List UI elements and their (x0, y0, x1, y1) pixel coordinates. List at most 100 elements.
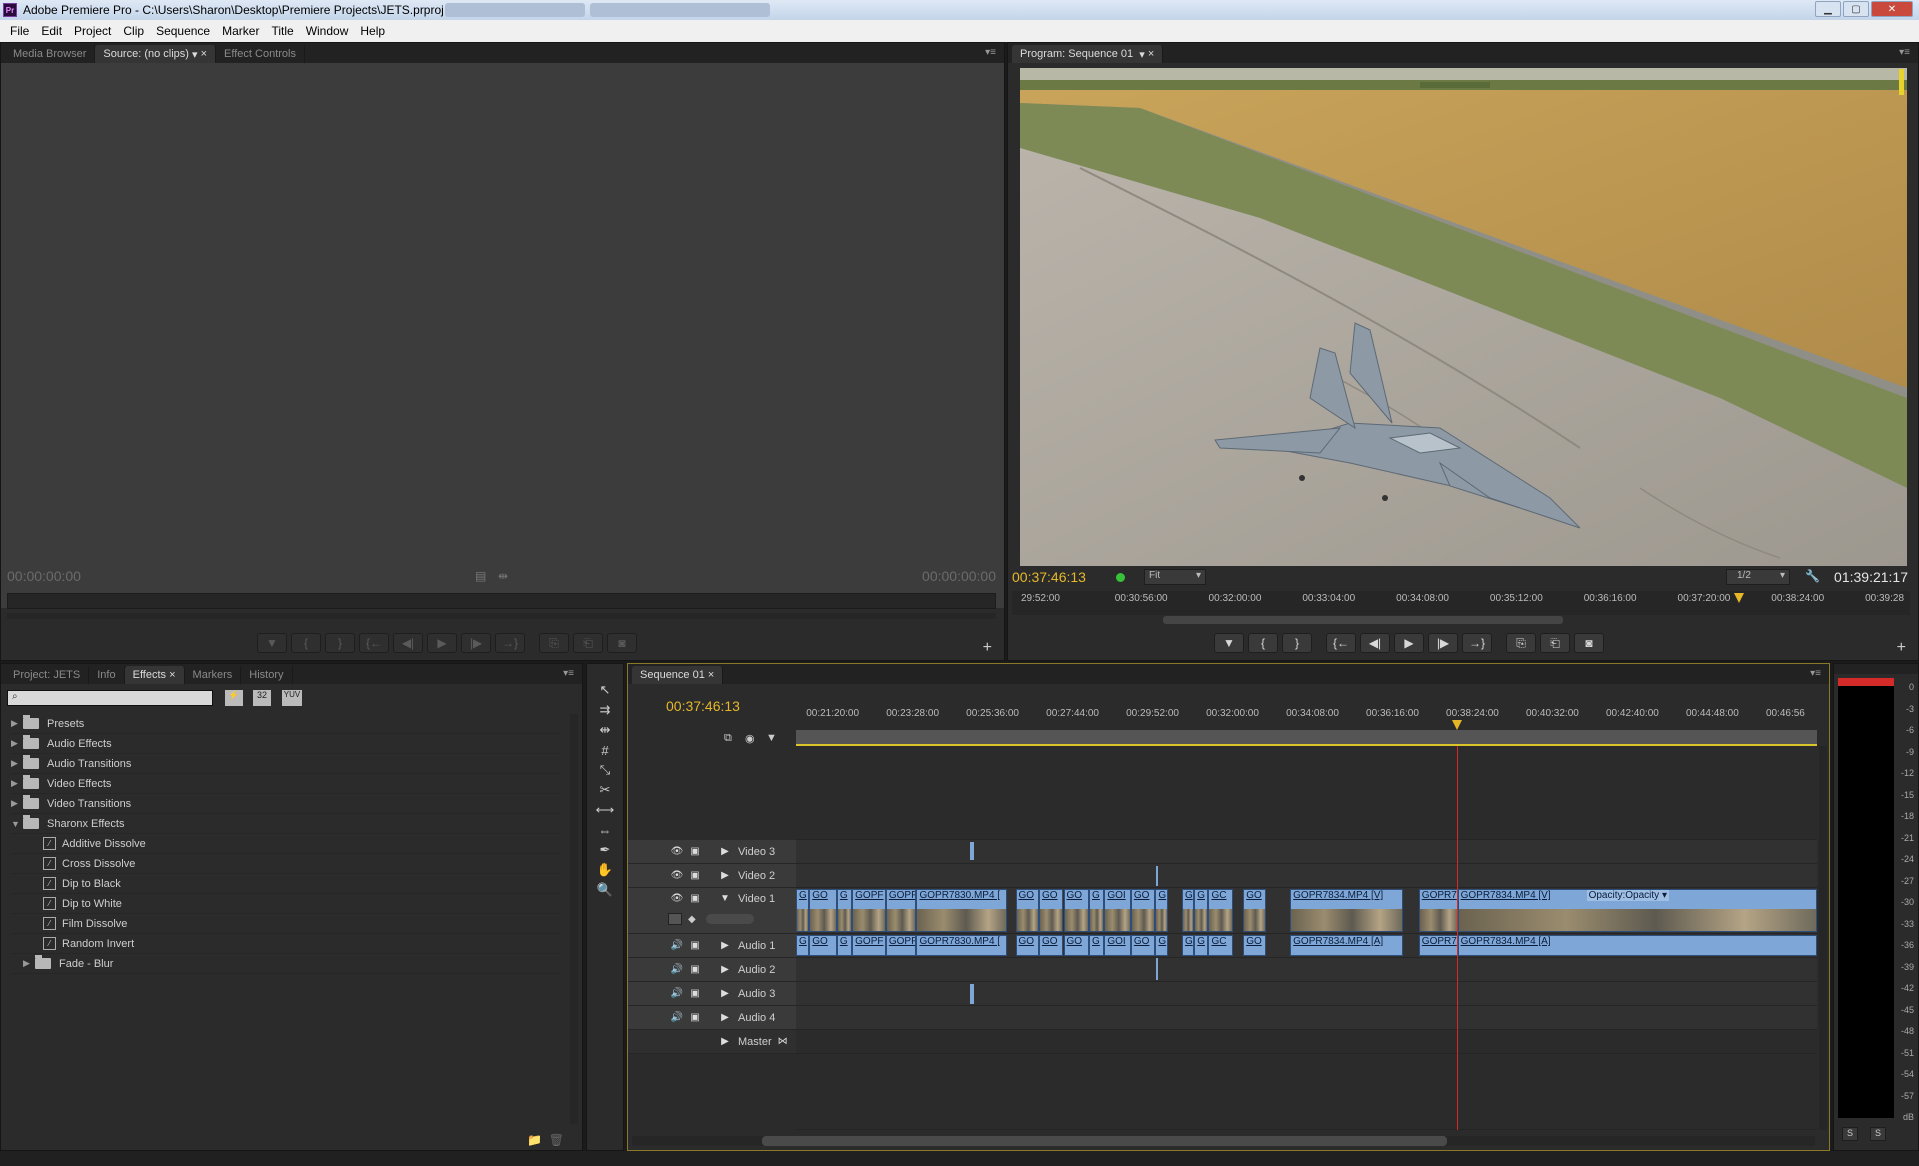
expand-triangle-icon[interactable]: ▶ (23, 958, 35, 969)
drag-video-icon[interactable]: ▤ (475, 569, 486, 583)
effects-item[interactable]: ⁄ Cross Dissolve (11, 854, 561, 874)
speaker-icon[interactable]: 🔊 (670, 988, 684, 1000)
effects-item[interactable]: ⁄ Film Dissolve (11, 914, 561, 934)
play-button[interactable]: ▶ (1394, 633, 1424, 653)
effects-folder[interactable]: ▶ Audio Transitions (11, 754, 561, 774)
effects-folder[interactable]: ▶ Video Effects (11, 774, 561, 794)
audio-clip[interactable]: GO (1038, 935, 1064, 956)
zoom-tool-icon[interactable]: 🔍 (594, 880, 616, 900)
timeline-current-timecode[interactable]: 00:37:46:13 (666, 698, 740, 714)
lock-icon[interactable]: ▣ (688, 988, 702, 1000)
add-marker-icon[interactable]: ▼ (766, 732, 777, 744)
effects-item[interactable]: ⁄ Dip to Black (11, 874, 561, 894)
trash-icon[interactable]: 🗑 (549, 1133, 564, 1147)
effects-folder[interactable]: ▶ Audio Effects (11, 734, 561, 754)
close-tab-icon[interactable]: × (201, 48, 207, 60)
clip-sliver[interactable] (1156, 866, 1158, 886)
mark-in-button[interactable]: { (1248, 633, 1278, 653)
audio-clip[interactable]: GO (1063, 935, 1090, 956)
source-timecode-in[interactable]: 00:00:00:00 (7, 568, 81, 584)
video-clip[interactable]: G (1194, 889, 1209, 932)
display-style-icon[interactable] (668, 913, 682, 925)
video-clip[interactable]: GO (1243, 889, 1266, 932)
video-clip[interactable]: GO (1038, 889, 1064, 932)
tab-sequence[interactable]: Sequence 01 × (632, 666, 724, 684)
play-button[interactable]: ▶ (427, 633, 457, 653)
go-to-out-button[interactable]: →} (495, 633, 525, 653)
panel-menu-icon[interactable]: ▾≡ (1810, 668, 1821, 679)
speaker-icon[interactable]: 🔊 (670, 940, 684, 952)
add-button-icon[interactable]: + (983, 639, 992, 657)
panel-menu-icon[interactable]: ▾≡ (563, 668, 574, 679)
step-forward-button[interactable]: |▶ (461, 633, 491, 653)
video-clip[interactable]: GOI (1104, 889, 1131, 932)
overwrite-button[interactable]: ⎗ (573, 633, 603, 653)
add-marker-button[interactable]: ▼ (1214, 633, 1244, 653)
clip-sliver[interactable] (1156, 958, 1158, 980)
video-clip[interactable]: G (836, 889, 853, 932)
effects-folder[interactable]: ▶ Fade - Blur (11, 954, 561, 974)
tab-effects[interactable]: Effects × (124, 666, 185, 684)
tab-markers[interactable]: Markers (185, 666, 242, 684)
step-forward-button[interactable]: |▶ (1428, 633, 1458, 653)
tab-effect-controls[interactable]: Effect Controls (216, 45, 305, 63)
yuv-effects-icon[interactable]: YUV (282, 690, 302, 706)
expand-triangle-icon[interactable]: ▶ (11, 718, 23, 729)
lock-icon[interactable]: ▣ (688, 940, 702, 952)
menu-sequence[interactable]: Sequence (150, 24, 216, 38)
audio-clip[interactable]: GO (1130, 935, 1156, 956)
effects-item[interactable]: ⁄ Additive Dissolve (11, 834, 561, 854)
program-time-ruler[interactable]: 29:52:00 00:30:56:00 00:32:00:00 00:33:04:0… (1012, 591, 1910, 615)
speaker-icon[interactable]: 🔊 (670, 964, 684, 976)
video-clip[interactable]: G (1181, 889, 1195, 932)
effects-folder[interactable]: ▶ Presets (11, 714, 561, 734)
add-button-icon[interactable]: + (1897, 639, 1906, 657)
track-lane-video2[interactable] (796, 864, 1817, 888)
close-tab-icon[interactable]: × (708, 669, 714, 681)
lock-icon[interactable]: ▣ (688, 870, 702, 882)
expand-triangle-icon[interactable]: ▶ (718, 846, 732, 858)
expand-triangle-icon[interactable]: ▶ (11, 738, 23, 749)
tab-project[interactable]: Project: JETS (5, 666, 90, 684)
effects-folder[interactable]: ▶ Video Transitions (11, 794, 561, 814)
track-lane-audio4[interactable] (796, 1006, 1817, 1030)
collapse-triangle-icon[interactable]: ▼ (11, 819, 23, 829)
effects-search-input[interactable]: ⌕ (7, 690, 213, 706)
panel-menu-icon[interactable]: ▾≡ (1899, 47, 1910, 58)
step-back-button[interactable]: ◀| (1360, 633, 1390, 653)
menu-title[interactable]: Title (265, 24, 299, 38)
video-clip[interactable]: GO (1130, 889, 1156, 932)
audio-clip[interactable]: G (1194, 935, 1209, 956)
panel-menu-icon[interactable]: ▾≡ (985, 47, 996, 58)
chevron-down-icon[interactable]: ▾ (1139, 48, 1145, 61)
timeline-playhead-line[interactable] (1456, 746, 1458, 1130)
clip-sliver[interactable] (970, 984, 974, 1004)
expand-triangle-icon[interactable]: ▶ (11, 778, 23, 789)
video-clip[interactable]: GOPR7 (1418, 889, 1458, 932)
effects-folder[interactable]: ▼ Sharonx Effects (11, 814, 561, 834)
close-tab-icon[interactable]: × (1148, 48, 1154, 60)
audio-clip[interactable]: GOPR7834.MP4 [A] (1290, 935, 1404, 956)
expand-triangle-icon[interactable]: ▶ (718, 1012, 732, 1024)
hand-tool-icon[interactable]: ✋ (594, 860, 616, 880)
source-zoom-bar[interactable] (7, 613, 996, 619)
extract-button[interactable]: ⎗ (1540, 633, 1570, 653)
track-select-tool-icon[interactable]: ⇉ (594, 700, 616, 720)
opacity-dropdown[interactable]: Opacity:Opacity ▾ (1586, 890, 1669, 901)
program-zoom-scrollbar[interactable] (1163, 616, 1563, 624)
mark-out-button[interactable]: } (325, 633, 355, 653)
audio-clip[interactable]: GC (1208, 935, 1233, 956)
audio-clip[interactable]: GOI (1104, 935, 1131, 956)
expand-triangle-icon[interactable]: ▶ (718, 964, 732, 976)
audio-clip[interactable]: GOPF (885, 935, 917, 956)
eye-icon[interactable]: 👁 (670, 893, 684, 905)
go-to-out-button[interactable]: →} (1462, 633, 1492, 653)
audio-clip[interactable]: G (1089, 935, 1105, 956)
audio-clip[interactable]: GOPR7 (1418, 935, 1458, 956)
expand-triangle-icon[interactable]: ▶ (11, 758, 23, 769)
menu-window[interactable]: Window (300, 24, 355, 38)
expand-triangle-icon[interactable]: ▶ (718, 988, 732, 1000)
timeline-vertical-scrollbar[interactable] (1819, 746, 1827, 1130)
add-marker-button[interactable]: ▼ (257, 633, 287, 653)
menu-project[interactable]: Project (68, 24, 117, 38)
